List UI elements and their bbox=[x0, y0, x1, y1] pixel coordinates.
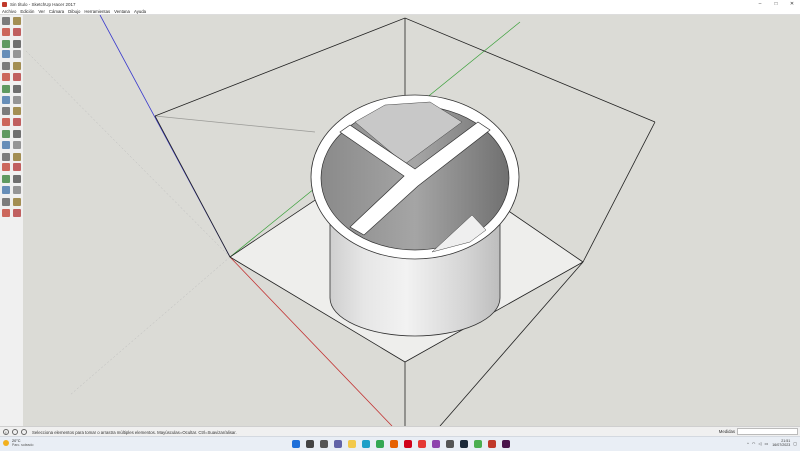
slack-icon[interactable] bbox=[502, 440, 510, 448]
sun-icon bbox=[3, 440, 9, 446]
arc-tool-icon[interactable] bbox=[2, 73, 10, 81]
polygon-tool-icon[interactable] bbox=[13, 62, 21, 71]
firefox-icon[interactable] bbox=[390, 440, 398, 448]
3d-text-icon[interactable] bbox=[13, 152, 21, 161]
eraser-icon[interactable] bbox=[13, 27, 21, 36]
drawing-viewport[interactable] bbox=[23, 15, 800, 426]
menu-bar: Archivo Edición Ver Cámara Dibujo Herram… bbox=[0, 8, 800, 15]
vs-icon[interactable] bbox=[432, 440, 440, 448]
menu-ver[interactable]: Ver bbox=[38, 9, 44, 14]
tape-measure-icon[interactable] bbox=[2, 130, 10, 138]
protractor-icon[interactable] bbox=[2, 140, 10, 149]
network-icon[interactable]: ◠ bbox=[752, 441, 756, 446]
previous-view-icon[interactable] bbox=[13, 186, 21, 194]
start-icon[interactable] bbox=[292, 440, 300, 448]
opera-icon[interactable] bbox=[404, 440, 412, 448]
status-hint: Selecciona elementos para tomar o arrast… bbox=[32, 429, 237, 435]
section-plane-icon[interactable] bbox=[13, 208, 21, 217]
rectangle-tool-icon[interactable] bbox=[2, 50, 10, 59]
info-icon[interactable]: i bbox=[3, 429, 9, 435]
menu-ayuda[interactable]: Ayuda bbox=[134, 9, 146, 14]
component-tool-icon[interactable] bbox=[13, 17, 21, 25]
line-tool-icon[interactable] bbox=[2, 39, 10, 48]
three-point-arc-icon[interactable] bbox=[2, 84, 10, 93]
paint-bucket-icon[interactable] bbox=[2, 27, 10, 36]
dimension-icon[interactable] bbox=[13, 130, 21, 138]
zoom-extents-icon[interactable] bbox=[2, 186, 10, 194]
menu-camara[interactable]: Cámara bbox=[49, 9, 64, 14]
volume-icon[interactable]: ◁ bbox=[758, 441, 761, 446]
edge-icon[interactable] bbox=[362, 440, 370, 448]
pie-icon[interactable] bbox=[13, 84, 21, 93]
look-around-icon[interactable] bbox=[13, 197, 21, 206]
dotted-axis-1 bbox=[24, 49, 231, 258]
menu-dibujo[interactable]: Dibujo bbox=[68, 9, 80, 14]
calculator-icon[interactable] bbox=[446, 440, 454, 448]
credits-icon[interactable] bbox=[21, 429, 27, 435]
follow-me-icon[interactable] bbox=[13, 107, 21, 116]
steam-icon[interactable] bbox=[460, 440, 468, 448]
chrome-icon[interactable] bbox=[376, 440, 384, 448]
tray-caret-icon[interactable]: ^ bbox=[747, 441, 749, 446]
taskbar-apps bbox=[292, 440, 516, 448]
maximize-button[interactable]: □ bbox=[768, 0, 784, 8]
offset-tool-icon[interactable] bbox=[13, 118, 21, 127]
geo-location-icon[interactable] bbox=[12, 429, 18, 435]
explorer-icon[interactable] bbox=[348, 440, 356, 448]
weather-desc: Parc. soleado bbox=[12, 443, 34, 447]
text-tool-icon[interactable] bbox=[13, 140, 21, 149]
window-title: Sin título - SketchUp Hacer 2017 bbox=[10, 1, 76, 7]
zoom-tool-icon[interactable] bbox=[2, 175, 10, 184]
sketchup-icon[interactable] bbox=[488, 440, 496, 448]
circle-tool-icon[interactable] bbox=[2, 62, 10, 71]
zoom-window-icon[interactable] bbox=[13, 175, 21, 184]
two-point-arc-icon[interactable] bbox=[13, 73, 21, 81]
scale-tool-icon[interactable] bbox=[2, 118, 10, 127]
position-camera-icon[interactable] bbox=[2, 197, 10, 206]
system-tray: ^ ◠ ◁ ▭ 21:51 16/07/2023 ▢ bbox=[744, 439, 797, 447]
close-button[interactable]: ✕ bbox=[784, 0, 800, 8]
select-tool-icon[interactable] bbox=[2, 17, 10, 25]
move-tool-icon[interactable] bbox=[2, 95, 10, 104]
menu-herramientas[interactable]: Herramientas bbox=[84, 9, 110, 14]
dotted-axis-2 bbox=[69, 256, 231, 396]
large-tool-set bbox=[0, 15, 24, 426]
scene-canvas[interactable] bbox=[23, 15, 800, 426]
taskbar: 20°C Parc. soleado ^ ◠ ◁ ▭ 21:51 16/07/2… bbox=[0, 436, 800, 451]
title-bar: Sin título - SketchUp Hacer 2017 – □ ✕ bbox=[0, 0, 800, 8]
menu-edicion[interactable]: Edición bbox=[20, 9, 34, 14]
rotated-rectangle-icon[interactable] bbox=[13, 50, 21, 59]
menu-ventana[interactable]: Ventana bbox=[114, 9, 130, 14]
task-view-icon[interactable] bbox=[320, 440, 328, 448]
orbit-tool-icon[interactable] bbox=[2, 163, 10, 172]
chrome-2-icon[interactable] bbox=[474, 440, 482, 448]
youtube-icon[interactable] bbox=[418, 440, 426, 448]
minimize-button[interactable]: – bbox=[752, 0, 768, 8]
chat-icon[interactable] bbox=[334, 440, 342, 448]
search-icon[interactable] bbox=[306, 440, 314, 448]
measurements-label: Medidas bbox=[718, 429, 735, 434]
clock[interactable]: 21:51 16/07/2023 bbox=[772, 439, 790, 447]
push-pull-icon[interactable] bbox=[13, 95, 21, 104]
menu-archivo[interactable]: Archivo bbox=[2, 9, 16, 14]
axes-tool-icon[interactable] bbox=[2, 152, 10, 161]
sketchup-app-icon bbox=[2, 1, 7, 7]
clock-date: 16/07/2023 bbox=[772, 443, 791, 447]
window-controls: – □ ✕ bbox=[752, 0, 800, 8]
walk-tool-icon[interactable] bbox=[2, 208, 10, 217]
pan-tool-icon[interactable] bbox=[13, 163, 21, 172]
battery-icon[interactable]: ▭ bbox=[764, 441, 768, 446]
weather-widget[interactable]: 20°C Parc. soleado bbox=[3, 439, 33, 447]
measurements-input[interactable] bbox=[737, 428, 798, 435]
freehand-icon[interactable] bbox=[13, 39, 21, 48]
notification-icon[interactable]: ▢ bbox=[793, 441, 797, 446]
rotate-tool-icon[interactable] bbox=[2, 107, 10, 116]
